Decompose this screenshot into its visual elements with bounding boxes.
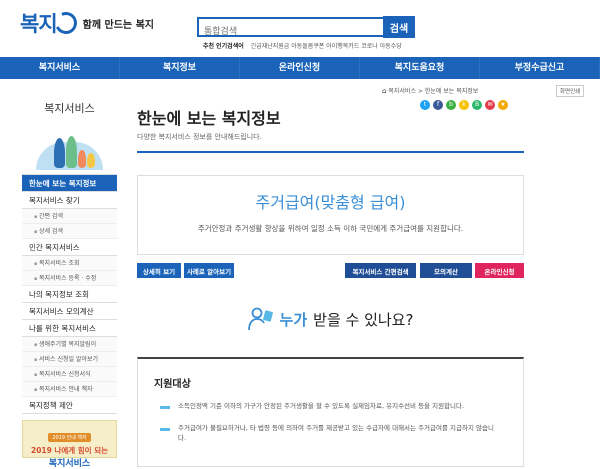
eligibility-heading: 누가 받을 수 있나요? <box>137 307 524 335</box>
page-title: 한눈에 보는 복지정보 <box>137 109 281 128</box>
mail-icon[interactable]: ✉ <box>485 100 495 110</box>
criteria-item: 주거급여가 불필요하거나, 타 법령 등에 의하여 주거를 제공받고 있는 수급… <box>160 424 499 444</box>
breadcrumb-path[interactable]: 복지서비스 > 한눈에 보는 복지정보 <box>388 88 478 95</box>
logo[interactable]: 복지 함께 만드는 복지 <box>20 8 155 38</box>
slogan: 함께 만드는 복지 <box>82 19 155 31</box>
service-description: 주거안정과 주거생활 향상을 위하여 일정 소득 이하 국민에게 주거급여를 지… <box>197 224 464 233</box>
search-input[interactable] <box>199 24 411 40</box>
sidebar-item[interactable]: 복지서비스 모의계산 <box>22 303 117 320</box>
sidebar-item[interactable]: 나를 위한 복지서비스 <box>22 320 117 337</box>
facebook-icon[interactable]: f <box>433 100 443 110</box>
sidebar-subitem[interactable]: 간편 검색 <box>22 209 117 224</box>
sidebar-title: 복지서비스 <box>44 102 95 115</box>
print-button[interactable]: 화면인쇄 <box>556 85 585 97</box>
question-highlight: 누가 <box>279 310 308 329</box>
header: 복지 함께 만드는 복지 검색 추천 인기검색어 긴급재난지원금 아동돌봄쿠폰 … <box>0 0 600 58</box>
person-hand-icon <box>247 307 274 331</box>
sidebar-subitem[interactable]: 상세 검색 <box>22 224 117 239</box>
share-icons: t f b k B ✉ ★ <box>420 100 508 110</box>
kakao-icon[interactable]: k <box>459 100 469 110</box>
banner-tag: 2019 안내 책자 <box>48 433 91 442</box>
star-icon[interactable]: ★ <box>498 100 508 110</box>
service-summary: 주거급여(맞춤형 급여) 주거안정과 주거생활 향상을 위하여 일정 소득 이하… <box>137 175 524 255</box>
sidebar-item[interactable]: 한눈에 보는 복지정보 <box>22 175 117 192</box>
sidebar-item[interactable]: 복지서비스 찾기 <box>22 192 117 209</box>
nav-item-welfare-info[interactable]: 복지정보 <box>120 57 240 79</box>
service-title: 주거급여(맞춤형 급여) <box>255 193 406 212</box>
nav-item-help-request[interactable]: 복지도움요청 <box>360 57 480 79</box>
popular-keywords: 추천 인기검색어 긴급재난지원금 아동돌봄쿠폰 아이행복카드 코로나 아동수당 <box>203 41 402 50</box>
family-illustration-icon <box>32 120 107 170</box>
popular-label: 추천 인기검색어 <box>203 43 244 50</box>
eligibility-criteria: 지원대상 소득인정액 기준 이하의 가구가 안정된 주거생활을 할 수 있도록 … <box>137 357 524 467</box>
detail-button[interactable]: 상세히 보기 <box>137 263 181 278</box>
search-button[interactable]: 검색 <box>383 16 415 38</box>
nav-item-fraud-report[interactable]: 부정수급신고 <box>480 57 600 79</box>
question-rest: 받을 수 있나요? <box>313 310 414 329</box>
sidebar-subitem[interactable]: 복지서비스 조회 <box>22 256 117 271</box>
sidebar-subitem[interactable]: 복지서비스 등록 · 수정 <box>22 271 117 286</box>
sidebar-subitem[interactable]: 복지서비스 신청서식 <box>22 367 117 382</box>
guidebook-banner[interactable]: 2019 안내 책자 2019 나에게 힘이 되는 복지서비스 <box>22 420 117 469</box>
online-apply-button[interactable]: 온라인신청 <box>475 263 524 278</box>
criteria-item: 소득인정액 기준 이하의 가구가 안정된 주거생활을 할 수 있도록 실제임차료… <box>160 402 499 412</box>
home-icon[interactable]: ⌂ <box>382 87 386 95</box>
popular-terms[interactable]: 긴급재난지원금 아동돌봄쿠폰 아이행복카드 코로나 아동수당 <box>251 43 402 50</box>
main-nav: 복지서비스 복지정보 온라인신청 복지도움요청 부정수급신고 <box>0 57 600 79</box>
nav-item-online-apply[interactable]: 온라인신청 <box>240 57 360 79</box>
sidebar-subitem[interactable]: 복지서비스 안내 책자 <box>22 382 117 397</box>
band-icon[interactable]: B <box>472 100 482 110</box>
calc-button[interactable]: 모의계산 <box>420 263 472 278</box>
title-divider <box>137 151 524 153</box>
sidebar-item[interactable]: 복지정책 제안 <box>22 397 117 414</box>
search-box <box>197 17 413 40</box>
breadcrumb: ⌂ 복지서비스 > 한눈에 보는 복지정보 <box>382 86 478 95</box>
twitter-icon[interactable]: t <box>420 100 430 110</box>
sidebar-subitem[interactable]: 생애주기별 복지알림이 <box>22 337 117 352</box>
cases-button[interactable]: 사례로 알아보기 <box>184 263 234 278</box>
sidebar-subitem[interactable]: 서비스 신청일 알아보기 <box>22 352 117 367</box>
banner-line1: 2019 나에게 힘이 되는 <box>30 446 108 455</box>
page-description: 다양한 복지서비스 정보를 안내해드립니다. <box>137 133 262 141</box>
sidebar-menu: 한눈에 보는 복지정보복지서비스 찾기간편 검색상세 검색민간 복지서비스복지서… <box>22 174 117 414</box>
simple-search-button[interactable]: 복지서비스 간편검색 <box>345 263 416 278</box>
nav-item-welfare-service[interactable]: 복지서비스 <box>0 57 120 79</box>
blog-icon[interactable]: b <box>446 100 456 110</box>
sidebar-item[interactable]: 나의 복지정보 조회 <box>22 286 117 303</box>
sidebar-item[interactable]: 민간 복지서비스 <box>22 239 117 256</box>
logo-text: 복지 <box>20 12 58 36</box>
sidebar: 복지서비스 한눈에 보는 복지정보복지서비스 찾기간편 검색상세 검색민간 복지… <box>22 90 117 469</box>
criteria-title: 지원대상 <box>154 379 191 390</box>
